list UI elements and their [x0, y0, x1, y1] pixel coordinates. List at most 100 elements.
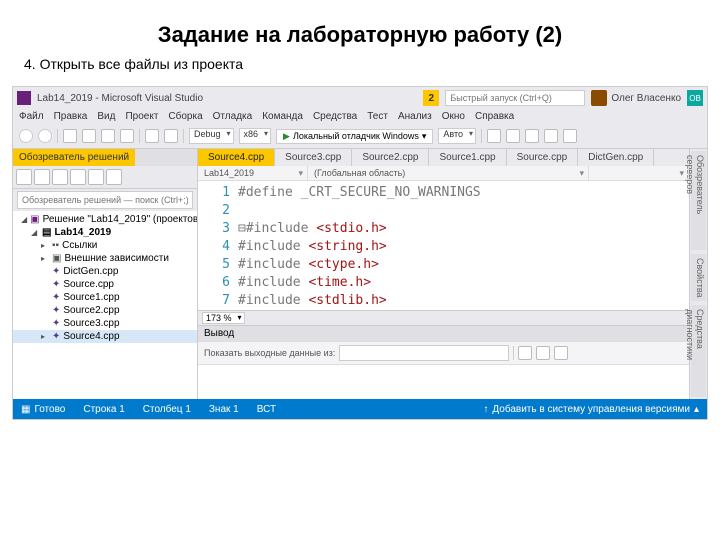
context-member-dropdown[interactable] [589, 166, 689, 180]
menu-view[interactable]: Вид [97, 111, 115, 122]
menu-debug[interactable]: Отладка [213, 111, 253, 122]
publish-icon: ↑ [483, 404, 488, 415]
context-scope-dropdown[interactable]: (Глобальная область) [308, 166, 589, 180]
main-area: Обозреватель решений ◢▣Решение "Lab14_20… [13, 149, 707, 399]
tree-file[interactable]: ✦DictGen.cpp [13, 265, 197, 278]
status-source-control[interactable]: ↑Добавить в систему управления версиями … [483, 404, 699, 415]
output-btn[interactable] [554, 346, 568, 360]
toolbar-btn-e[interactable] [563, 129, 577, 143]
new-button[interactable] [63, 129, 77, 143]
doc-tab-active[interactable]: Source4.cpp [198, 149, 275, 166]
editor-area: Source4.cpp Source3.cpp Source2.cpp Sour… [198, 149, 689, 399]
properties-button[interactable] [88, 169, 104, 185]
status-ready: ▦ Готово [21, 404, 65, 415]
refresh-button[interactable] [34, 169, 50, 185]
solution-explorer-toolbar [13, 166, 197, 189]
status-col: Столбец 1 [143, 404, 191, 415]
context-project-dropdown[interactable]: Lab14_2019 [198, 166, 308, 180]
doc-tab[interactable]: Source.cpp [507, 149, 579, 166]
quick-launch-input[interactable] [445, 90, 585, 106]
tree-project[interactable]: ◢▤Lab14_2019 [13, 226, 197, 239]
output-clear-button[interactable] [518, 346, 532, 360]
tree-external[interactable]: ▸▣Внешние зависимости [13, 252, 197, 265]
cpp-file-icon: ✦ [52, 292, 60, 303]
debugger-label: Локальный отладчик Windows [293, 131, 419, 141]
tree-references[interactable]: ▸▪▪Ссылки [13, 239, 197, 252]
tab-server-explorer[interactable]: Обозреватель серверов [691, 151, 706, 250]
menu-help[interactable]: Справка [475, 111, 514, 122]
show-all-button[interactable] [70, 169, 86, 185]
save-button[interactable] [101, 129, 115, 143]
output-text[interactable] [198, 365, 689, 399]
code-editor[interactable]: 1234567 #define _CRT_SECURE_NO_WARNINGS … [198, 181, 689, 310]
code-lines: #define _CRT_SECURE_NO_WARNINGS ⊟#includ… [238, 181, 481, 310]
solution-icon: ▣ [30, 214, 39, 225]
output-toolbar: Показать выходные данные из: [198, 341, 689, 365]
save-all-button[interactable] [120, 129, 134, 143]
user-initials-badge[interactable]: ОВ [687, 90, 703, 106]
chevron-down-icon: ▾ [422, 131, 427, 142]
cpp-file-icon: ✦ [52, 279, 60, 290]
toolbar-btn-c[interactable] [525, 129, 539, 143]
output-wrap-button[interactable] [536, 346, 550, 360]
context-bar: Lab14_2019 (Глобальная область) [198, 166, 689, 181]
solution-explorer: Обозреватель решений ◢▣Решение "Lab14_20… [13, 149, 198, 399]
start-debugging-button[interactable]: ▶ Локальный отладчик Windows ▾ [276, 129, 433, 144]
collapse-button[interactable] [106, 169, 122, 185]
notification-badge[interactable]: 2 [423, 90, 439, 106]
tree-file[interactable]: ✦Source2.cpp [13, 304, 197, 317]
vs-logo-icon [17, 91, 31, 105]
undo-button[interactable] [145, 129, 159, 143]
slide-title: Задание на лабораторную работу (2) [0, 0, 720, 54]
toolbar-btn-a[interactable] [487, 129, 501, 143]
output-panel: Вывод Показать выходные данные из: [198, 325, 689, 399]
tab-properties[interactable]: Свойства [691, 254, 706, 302]
menu-analyze[interactable]: Анализ [398, 111, 432, 122]
zoom-dropdown[interactable]: 173 % [202, 312, 245, 324]
menu-file[interactable]: Файл [19, 111, 44, 122]
line-gutter: 1234567 [198, 181, 238, 310]
menu-team[interactable]: Команда [262, 111, 303, 122]
menu-test[interactable]: Тест [367, 111, 388, 122]
tree-file-selected[interactable]: ▸✦Source4.cpp [13, 330, 197, 343]
open-button[interactable] [82, 129, 96, 143]
home-button[interactable] [16, 169, 32, 185]
config-dropdown[interactable]: Debug [189, 128, 234, 144]
nav-forward-button[interactable] [38, 129, 52, 143]
tree-solution[interactable]: ◢▣Решение "Lab14_2019" (проектов: 1) [13, 213, 197, 226]
tree-file[interactable]: ✦Source.cpp [13, 278, 197, 291]
menu-edit[interactable]: Правка [54, 111, 88, 122]
doc-tab[interactable]: Source2.cpp [352, 149, 429, 166]
doc-tab[interactable]: DictGen.cpp [578, 149, 654, 166]
user-name: Олег Власенко [611, 93, 681, 104]
references-icon: ▪▪ [52, 240, 59, 251]
doc-tab[interactable]: Source3.cpp [275, 149, 352, 166]
toolbar-btn-d[interactable] [544, 129, 558, 143]
menu-window[interactable]: Окно [442, 111, 465, 122]
auto-dropdown[interactable]: Авто [438, 128, 476, 144]
tree-file[interactable]: ✦Source3.cpp [13, 317, 197, 330]
menu-build[interactable]: Сборка [168, 111, 202, 122]
solution-search-input[interactable] [17, 191, 193, 209]
window-title: Lab14_2019 - Microsoft Visual Studio [37, 93, 203, 104]
avatar-icon [591, 90, 607, 106]
tree-file[interactable]: ✦Source1.cpp [13, 291, 197, 304]
visual-studio-window: Lab14_2019 - Microsoft Visual Studio 2 О… [12, 86, 708, 420]
nav-back-button[interactable] [19, 129, 33, 143]
cpp-file-icon: ✦ [52, 266, 60, 277]
output-panel-title[interactable]: Вывод [198, 326, 689, 341]
menu-project[interactable]: Проект [125, 111, 158, 122]
status-ins: ВСТ [257, 404, 276, 415]
user-account[interactable]: Олег Власенко [591, 90, 681, 106]
slide-step: 4. Открыть все файлы из проекта [0, 54, 720, 82]
cpp-file-icon: ✦ [52, 318, 60, 329]
solution-explorer-tab[interactable]: Обозреватель решений [13, 149, 135, 166]
menu-tools[interactable]: Средства [313, 111, 357, 122]
toolbar-btn-b[interactable] [506, 129, 520, 143]
sync-button[interactable] [52, 169, 68, 185]
output-source-dropdown[interactable] [339, 345, 509, 361]
platform-dropdown[interactable]: x86 [239, 128, 272, 144]
doc-tab[interactable]: Source1.cpp [429, 149, 506, 166]
tab-diagnostics[interactable]: Средства диагностики [691, 305, 706, 397]
redo-button[interactable] [164, 129, 178, 143]
